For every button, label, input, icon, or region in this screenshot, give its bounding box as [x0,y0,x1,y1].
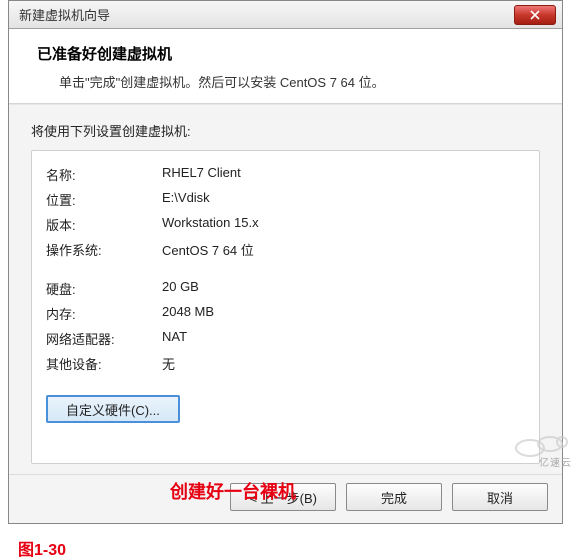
row-label: 内存: [46,304,162,323]
table-row: 位置:E:\Vdisk [46,190,525,209]
table-row: 内存:2048 MB [46,304,525,323]
table-row: 其他设备:无 [46,354,525,373]
row-label: 硬盘: [46,279,162,298]
table-row: 版本:Workstation 15.x [46,215,525,234]
close-button[interactable] [514,5,556,25]
row-label: 位置: [46,190,162,209]
row-label: 其他设备: [46,354,162,373]
content-intro: 将使用下列设置创建虚拟机: [31,121,540,140]
row-label: 版本: [46,215,162,234]
header-heading: 已准备好创建虚拟机 [37,43,538,64]
row-label: 网络适配器: [46,329,162,348]
wizard-dialog: 新建虚拟机向导 已准备好创建虚拟机 单击"完成"创建虚拟机。然后可以安装 Cen… [8,0,563,524]
finish-button[interactable]: 完成 [346,483,442,511]
window-title: 新建虚拟机向导 [19,5,514,24]
settings-panel: 名称:RHEL7 Client 位置:E:\Vdisk 版本:Workstati… [31,150,540,464]
table-row: 操作系统:CentOS 7 64 位 [46,240,525,259]
dialog-content: 将使用下列设置创建虚拟机: 名称:RHEL7 Client 位置:E:\Vdis… [9,105,562,474]
row-label: 操作系统: [46,240,162,259]
header-subtext: 单击"完成"创建虚拟机。然后可以安装 CentOS 7 64 位。 [37,72,538,91]
annotation-note: 创建好一台裸机 [170,478,296,504]
watermark-text: 亿速云 [539,454,572,469]
row-value: RHEL7 Client [162,165,241,184]
row-value: 2048 MB [162,304,214,323]
cancel-button[interactable]: 取消 [452,483,548,511]
titlebar: 新建虚拟机向导 [9,1,562,29]
row-value: NAT [162,329,187,348]
table-row: 名称:RHEL7 Client [46,165,525,184]
customize-hardware-button[interactable]: 自定义硬件(C)... [46,395,180,423]
row-label: 名称: [46,165,162,184]
dialog-header: 已准备好创建虚拟机 单击"完成"创建虚拟机。然后可以安装 CentOS 7 64… [9,29,562,103]
table-row: 硬盘:20 GB [46,279,525,298]
row-value: 20 GB [162,279,199,298]
row-value: CentOS 7 64 位 [162,240,254,259]
close-icon [530,10,540,20]
row-value: Workstation 15.x [162,215,259,234]
table-row: 网络适配器:NAT [46,329,525,348]
row-value: E:\Vdisk [162,190,210,209]
row-value: 无 [162,354,175,373]
figure-label: 图1-30 [18,536,66,560]
